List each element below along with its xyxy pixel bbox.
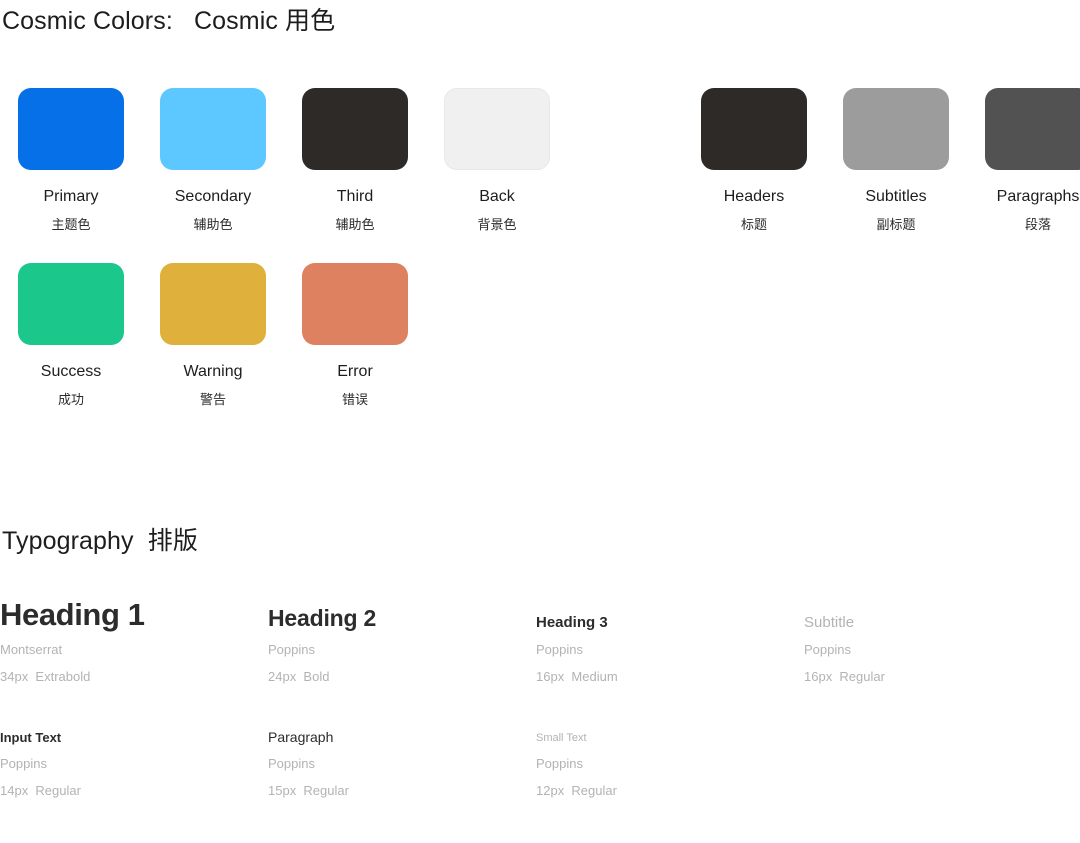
type-sample-text: Input Text (0, 730, 62, 745)
type-specimen-input-text: Input Text Poppins 14px Regular (0, 728, 268, 797)
color-chip[interactable] (160, 88, 266, 170)
typography-row-primary: Heading 1 Montserrat 34px Extrabold Heading… (0, 598, 1072, 683)
color-chip[interactable] (444, 88, 550, 170)
type-font-name: Poppins (268, 642, 315, 657)
color-swatch-label-cn: 段落 (1024, 217, 1051, 232)
color-swatch-secondary[interactable]: Secondary 辅助色 (142, 88, 284, 231)
type-sample-wrapper: Small Text (536, 728, 804, 744)
color-swatch-label-cn: 错误 (341, 392, 368, 407)
color-swatch-label: Paragraphs (996, 188, 1080, 205)
type-font-spec: 14px Regular (0, 783, 81, 798)
color-chip[interactable] (701, 88, 807, 170)
type-font-spec: 24px Bold (268, 669, 330, 684)
color-chip[interactable] (18, 88, 124, 170)
type-sample-text: Heading 1 (0, 597, 145, 632)
typography-section-title: Typography 排版 (2, 527, 198, 555)
color-swatch-label-cn: 辅助色 (335, 217, 375, 232)
type-specimen-heading-3: Heading 3 Poppins 16px Medium (536, 598, 804, 683)
type-specimen-subtitle: Subtitle Poppins 16px Regular (804, 598, 1072, 683)
type-specimen-paragraph: Paragraph Poppins 15px Regular (268, 728, 536, 797)
color-swatch-label: Headers (723, 188, 785, 205)
color-swatch-label: Back (479, 188, 515, 205)
color-swatch-label: Secondary (174, 188, 252, 205)
color-swatch-label: Third (336, 188, 374, 205)
type-font-spec: 16px Regular (804, 669, 885, 684)
color-swatch-subtitles[interactable]: Subtitles 副标题 (825, 88, 967, 231)
color-swatch-label: Subtitles (865, 188, 927, 205)
type-font-name: Poppins (536, 642, 583, 657)
type-sample-wrapper: Heading 3 (536, 598, 804, 630)
color-swatch-label-cn: 辅助色 (193, 217, 233, 232)
color-swatch-headers[interactable]: Headers 标题 (683, 88, 825, 231)
type-font-name: Poppins (804, 642, 851, 657)
type-font-name: Poppins (0, 756, 47, 771)
color-swatch-third[interactable]: Third 辅助色 (284, 88, 426, 231)
palette-left-group: Primary 主题色 Secondary 辅助色 Third 辅助色 Back 背景色 (0, 88, 568, 231)
color-chip[interactable] (985, 88, 1080, 170)
type-sample-wrapper: Heading 1 (0, 598, 268, 630)
type-sample-text: Paragraph (268, 729, 334, 745)
color-swatch-label-cn: 成功 (57, 392, 84, 407)
type-sample-text: Heading 3 (536, 614, 608, 631)
color-chip[interactable] (302, 88, 408, 170)
typography-row-secondary: Input Text Poppins 14px Regular Paragraph Po… (0, 728, 804, 797)
type-font-name: Poppins (536, 756, 583, 771)
type-sample-text: Subtitle (804, 614, 855, 631)
color-swatch-paragraphs[interactable]: Paragraphs 段落 (967, 88, 1080, 231)
type-font-spec: 16px Medium (536, 669, 618, 684)
color-swatch-warning[interactable]: Warning 警告 (142, 263, 284, 406)
type-font-spec: 34px Extrabold (0, 669, 91, 684)
color-swatch-back[interactable]: Back 背景色 (426, 88, 568, 231)
type-font-spec: 12px Regular (536, 783, 617, 798)
color-swatch-label-cn: 标题 (740, 217, 767, 232)
palette-right-group: Headers 标题 Subtitles 副标题 Paragraphs 段落 (683, 88, 1080, 231)
color-chip[interactable] (302, 263, 408, 345)
colors-section-title: Cosmic Colors: Cosmic 用色 (2, 7, 336, 35)
type-sample-wrapper: Heading 2 (268, 598, 536, 630)
color-swatch-label: Success (40, 363, 102, 380)
color-chip[interactable] (18, 263, 124, 345)
type-sample-text: Small Text (536, 732, 587, 744)
type-specimen-heading-1: Heading 1 Montserrat 34px Extrabold (0, 598, 268, 683)
color-swatch-error[interactable]: Error 错误 (284, 263, 426, 406)
type-specimen-heading-2: Heading 2 Poppins 24px Bold (268, 598, 536, 684)
color-chip[interactable] (160, 263, 266, 345)
type-sample-wrapper: Input Text (0, 728, 268, 744)
type-sample-text: Heading 2 (268, 605, 377, 631)
color-chip[interactable] (843, 88, 949, 170)
color-swatch-label: Error (337, 363, 373, 380)
type-specimen-small-text: Small Text Poppins 12px Regular (536, 728, 804, 798)
palette-status-group: Success 成功 Warning 警告 Error 错误 (0, 263, 426, 406)
color-swatch-label: Warning (183, 363, 243, 380)
color-swatch-primary[interactable]: Primary 主题色 (0, 88, 142, 231)
color-swatch-label-cn: 警告 (199, 392, 226, 407)
type-sample-wrapper: Subtitle (804, 598, 1072, 630)
color-swatch-label-cn: 背景色 (477, 217, 517, 232)
type-font-name: Montserrat (0, 642, 63, 657)
color-swatch-success[interactable]: Success 成功 (0, 263, 142, 406)
color-swatch-label: Primary (43, 188, 99, 205)
color-swatch-label-cn: 副标题 (876, 217, 916, 232)
color-swatch-label-cn: 主题色 (51, 217, 91, 232)
type-font-name: Poppins (268, 756, 315, 771)
type-sample-wrapper: Paragraph (268, 728, 536, 744)
type-font-spec: 15px Regular (268, 783, 349, 798)
